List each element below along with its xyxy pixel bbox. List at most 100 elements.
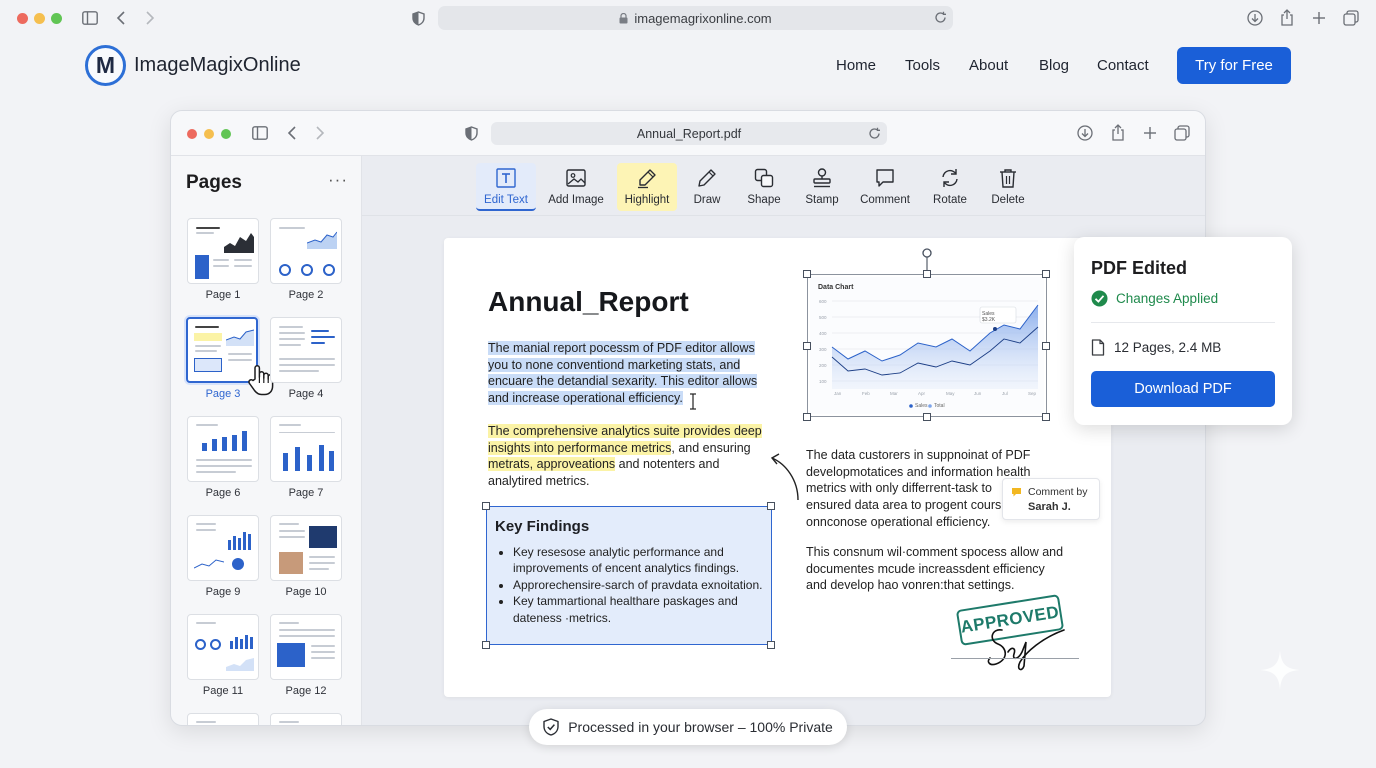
page-thumbnail-13[interactable] (187, 713, 259, 725)
page-thumbnail-4[interactable] (270, 317, 342, 383)
page-thumbnail-14[interactable] (270, 713, 342, 725)
resize-handle[interactable] (1042, 270, 1050, 278)
forward-icon[interactable] (315, 126, 325, 140)
download-icon[interactable] (1077, 125, 1093, 141)
highlighted-paragraph[interactable]: The comprehensive analytics suite provid… (488, 423, 788, 490)
tool-delete[interactable]: Delete (985, 163, 1031, 211)
address-bar[interactable]: imagemagrixonline.com (438, 6, 953, 30)
share-icon[interactable] (1280, 9, 1294, 26)
resize-handle[interactable] (767, 641, 775, 649)
right-paragraph-2[interactable]: This consnum wil·comment spocess allow a… (806, 544, 1086, 594)
privacy-shield-icon[interactable] (465, 126, 478, 141)
sparkle-icon (1260, 650, 1300, 690)
document-page[interactable]: Annual_Report The manial report pocessm … (444, 238, 1111, 697)
close-window-button[interactable] (17, 13, 28, 24)
list-item: Key resesosе analytic performance and im… (513, 544, 765, 577)
edit-text-icon (496, 168, 516, 188)
download-icon[interactable] (1247, 10, 1263, 26)
svg-text:Mar: Mar (890, 391, 898, 396)
text-line: developmotatices and information health (806, 464, 1031, 479)
try-for-free-button[interactable]: Try for Free (1177, 47, 1291, 84)
minimize-window-button[interactable] (34, 13, 45, 24)
privacy-text: Processed in your browser – 100% Private (568, 719, 833, 735)
more-options-button[interactable]: ··· (328, 170, 348, 190)
tool-highlight[interactable]: Highlight (617, 163, 677, 211)
tool-stamp[interactable]: Stamp (799, 163, 845, 211)
comment-note[interactable]: Comment by Sarah J. (1002, 478, 1100, 520)
card-title: PDF Edited (1091, 258, 1188, 278)
sidebar-toggle-icon[interactable] (252, 126, 268, 140)
nav-tools[interactable]: Tools (905, 57, 940, 74)
changes-applied-status: Changes Applied (1091, 290, 1218, 307)
logo-letter: M (95, 52, 116, 78)
new-tab-icon[interactable] (1143, 126, 1157, 140)
share-icon[interactable] (1111, 124, 1125, 141)
page-thumbnail-11[interactable] (187, 614, 259, 680)
resize-handle[interactable] (767, 502, 775, 510)
forward-icon[interactable] (145, 11, 155, 25)
page-label-10: Page 10 (285, 586, 327, 598)
signature-image[interactable] (982, 608, 1068, 674)
page-thumbnail-10[interactable] (270, 515, 342, 581)
resize-handle[interactable] (803, 342, 811, 350)
page-thumbnail-6[interactable] (187, 416, 259, 482)
back-icon[interactable] (287, 126, 297, 140)
zoom-window-button[interactable] (51, 13, 62, 24)
file-icon (1091, 339, 1105, 356)
site-logo[interactable]: M (85, 45, 126, 86)
tool-rotate[interactable]: Rotate (926, 163, 974, 211)
nav-contact[interactable]: Contact (1097, 57, 1149, 74)
text-fragment: analytired metrics. (488, 474, 590, 489)
tool-add-image[interactable]: Add Image (543, 163, 609, 211)
resize-handle[interactable] (803, 413, 811, 421)
editor-window: Annual_Report.pdf Pages ··· Page 1 Page … (170, 110, 1206, 726)
page-thumbnail-7[interactable] (270, 416, 342, 482)
page-thumbnail-9[interactable] (187, 515, 259, 581)
resize-handle[interactable] (923, 413, 931, 421)
tool-shape[interactable]: Shape (741, 163, 787, 211)
editor-close-button[interactable] (187, 129, 197, 139)
tool-comment[interactable]: Comment (857, 163, 913, 211)
curved-arrow-icon (770, 453, 799, 501)
resize-handle[interactable] (482, 502, 490, 510)
privacy-shield-icon[interactable] (412, 11, 425, 26)
reload-icon[interactable] (868, 127, 881, 140)
selected-paragraph[interactable]: The manial report pocessm of PDF editor … (488, 340, 788, 407)
text-line: ensured data area to progent cours (806, 498, 1002, 513)
resize-handle[interactable] (923, 270, 931, 278)
brand-name[interactable]: ImageMagixOnline (134, 54, 301, 77)
resize-handle[interactable] (1042, 342, 1050, 350)
resize-handle[interactable] (482, 641, 490, 649)
document-title[interactable]: Annual_Report (488, 286, 689, 318)
nav-blog[interactable]: Blog (1039, 57, 1069, 74)
nav-home[interactable]: Home (836, 57, 876, 74)
page-label-7: Page 7 (288, 487, 324, 499)
text-line: encuare the detandial sexarity. This edi… (488, 374, 758, 389)
page-thumbnail-12[interactable] (270, 614, 342, 680)
new-tab-icon[interactable] (1312, 11, 1326, 25)
list-item: Key tammartional healthare paskages and … (513, 593, 765, 626)
svg-text:Jun: Jun (974, 391, 982, 396)
stamp-icon (813, 168, 831, 188)
tab-overview-icon[interactable] (1343, 10, 1359, 26)
sidebar-toggle-icon[interactable] (82, 11, 98, 25)
nav-about[interactable]: About (969, 57, 1008, 74)
key-findings-box[interactable]: Key Findings Key resesosе analytic perfo… (486, 506, 772, 645)
download-pdf-button[interactable]: Download PDF (1091, 371, 1275, 407)
chart-image[interactable]: 600 500 400 300 200 100 Jan Feb Mar Apr May Jun … (807, 274, 1047, 417)
reload-icon[interactable] (934, 11, 947, 24)
resize-handle[interactable] (803, 270, 811, 278)
resize-handle[interactable] (1042, 413, 1050, 421)
back-icon[interactable] (116, 11, 126, 25)
svg-text:Apr: Apr (918, 391, 926, 396)
address-text: imagemagrixonline.com (634, 10, 772, 26)
editor-zoom-button[interactable] (221, 129, 231, 139)
tool-draw[interactable]: Draw (685, 163, 729, 211)
page-thumbnail-1[interactable] (187, 218, 259, 284)
svg-text:Feb: Feb (862, 391, 870, 396)
tool-edit-text[interactable]: Edit Text (476, 163, 536, 211)
editor-minimize-button[interactable] (204, 129, 214, 139)
page-thumbnail-2[interactable] (270, 218, 342, 284)
editor-address-bar[interactable]: Annual_Report.pdf (491, 122, 887, 145)
tab-overview-icon[interactable] (1174, 125, 1190, 141)
